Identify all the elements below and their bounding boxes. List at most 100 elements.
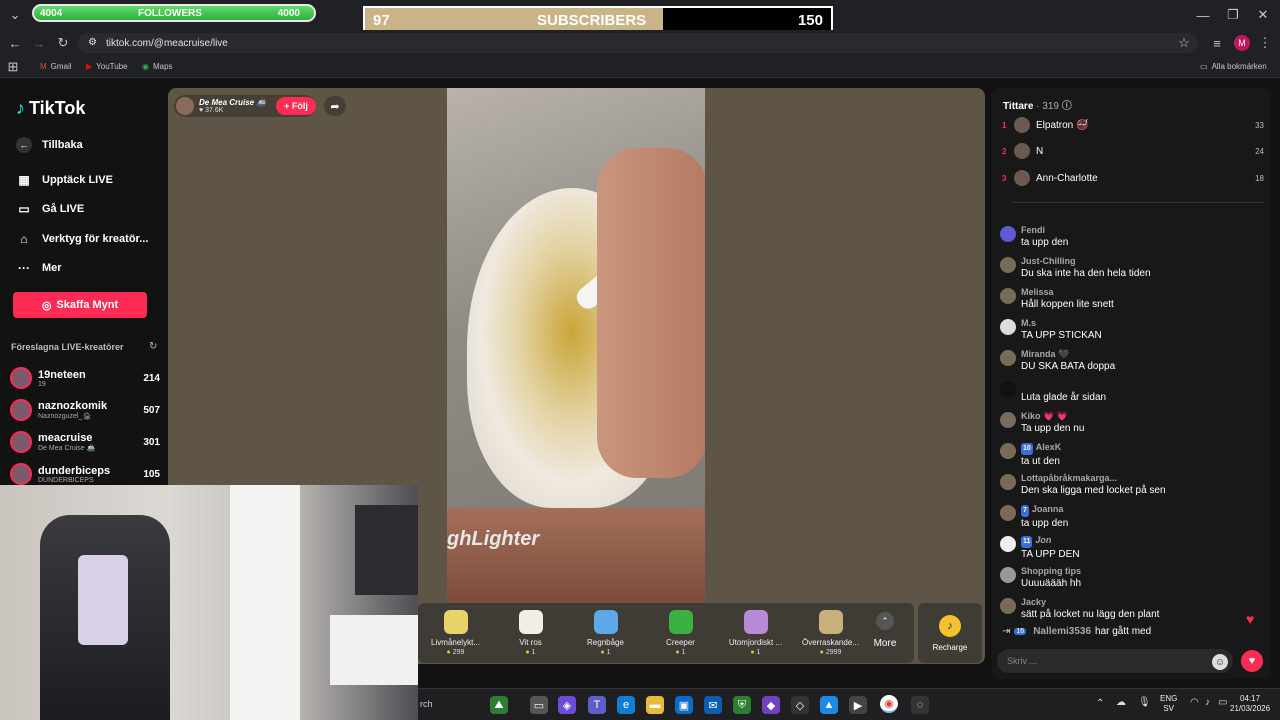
gift-rose-icon bbox=[518, 610, 543, 634]
close-icon[interactable]: ✕ bbox=[1252, 4, 1274, 26]
media-app-icon[interactable]: ▶ bbox=[849, 696, 867, 714]
cloud-icon[interactable]: ☁ bbox=[1116, 697, 1126, 708]
chat-input[interactable]: Skriv ... bbox=[997, 649, 1233, 673]
mail-icon[interactable]: ✉ bbox=[704, 696, 722, 714]
join-username[interactable]: Nallemi3536 bbox=[1033, 626, 1091, 637]
bookmark-maps[interactable]: ◉ Maps bbox=[142, 62, 173, 71]
chat-username[interactable]: Jacky bbox=[1021, 596, 1159, 608]
restore-icon[interactable]: ❐ bbox=[1222, 4, 1244, 26]
photos-icon[interactable]: ▲ bbox=[820, 696, 838, 714]
chat-username[interactable]: Shopping tips bbox=[1021, 565, 1081, 577]
site-info-icon[interactable]: ⚙ bbox=[88, 37, 97, 48]
chat-username[interactable]: Melissa bbox=[1021, 286, 1114, 298]
volume-icon[interactable]: ♪ bbox=[1205, 697, 1210, 708]
chat-username[interactable]: Lottapåbråkmakarga... bbox=[1021, 472, 1166, 484]
language-indicator[interactable]: ENG SV bbox=[1160, 694, 1177, 714]
copilot-icon[interactable]: ◈ bbox=[558, 696, 576, 714]
top-viewer-row[interactable]: 3 Ann-Charlotte 18 bbox=[1002, 169, 1264, 187]
emoji-icon[interactable]: ☺ bbox=[1212, 654, 1228, 670]
chat-username[interactable]: Jon bbox=[1035, 535, 1051, 545]
url-input[interactable]: ⚙ tiktok.com/@meacruise/live bbox=[78, 33, 1198, 53]
all-bookmarks[interactable]: ▭ Alla bokmärken bbox=[1200, 62, 1267, 71]
edge-icon[interactable]: e bbox=[617, 696, 635, 714]
gift-item[interactable]: Vit ros 1 bbox=[493, 610, 568, 656]
taskbar-search-text[interactable]: rch bbox=[420, 699, 433, 709]
battery-icon[interactable]: ▭ bbox=[1218, 697, 1227, 708]
creator-item[interactable]: meacruise De Mea Cruise 🚢 301 bbox=[10, 428, 160, 456]
obs-icon[interactable]: ◌ bbox=[911, 696, 929, 714]
game-icon[interactable]: ◆ bbox=[762, 696, 780, 714]
tray-overflow-icon[interactable]: ⌃ bbox=[1096, 698, 1104, 709]
teams-icon[interactable]: T bbox=[588, 696, 606, 714]
chat-username[interactable]: M.s bbox=[1021, 317, 1102, 329]
microphone-icon[interactable]: 🎙 bbox=[1138, 697, 1151, 708]
viewer-score: 24 bbox=[1255, 146, 1264, 156]
heart-icon: ♥ bbox=[199, 107, 204, 114]
info-icon[interactable]: ⓘ bbox=[1062, 101, 1072, 112]
chat-username[interactable]: Just-Chilling bbox=[1021, 255, 1151, 267]
reload-icon[interactable]: ↻ bbox=[52, 32, 74, 54]
creator-viewer-count: 507 bbox=[143, 404, 160, 416]
nav-go-live[interactable]: ▭ Gå LIVE bbox=[16, 202, 84, 216]
minimize-icon[interactable]: — bbox=[1192, 4, 1214, 26]
recharge-button[interactable]: ♪ Recharge bbox=[918, 603, 982, 663]
bookmark-gmail[interactable]: M Gmail bbox=[40, 62, 72, 71]
nav-more[interactable]: ··· Mer bbox=[16, 261, 62, 275]
chat-username[interactable]: Fendi bbox=[1021, 224, 1068, 236]
wifi-icon[interactable]: ◠ bbox=[1190, 697, 1199, 708]
gift-item[interactable]: Överraskande... 2999 bbox=[793, 610, 868, 656]
share-icon[interactable]: ➦ bbox=[324, 96, 346, 116]
store-icon[interactable]: ▣ bbox=[675, 696, 693, 714]
gift-name: Utomjordiskt ... bbox=[728, 638, 783, 647]
chrome-icon[interactable]: ◉ bbox=[880, 695, 898, 713]
creator-avatar bbox=[10, 431, 32, 453]
widgets-icon[interactable]: ⛰ bbox=[490, 696, 508, 714]
top-viewer-row[interactable]: 2 N 24 bbox=[1002, 142, 1264, 160]
all-bookmarks-label: Alla bokmärken bbox=[1211, 62, 1267, 71]
task-view-icon[interactable]: ▭ bbox=[530, 696, 548, 714]
more-icon: ··· bbox=[18, 261, 30, 275]
gift-item[interactable]: Utomjordiskt ... 1 bbox=[718, 610, 793, 656]
chat-username[interactable]: Joanna bbox=[1032, 504, 1064, 514]
host-likes: 37.6K bbox=[205, 107, 224, 114]
like-heart-button[interactable]: ♥ bbox=[1241, 650, 1263, 672]
profile-avatar[interactable]: M bbox=[1234, 35, 1250, 51]
tiktok-logo[interactable]: ♪ TikTok bbox=[16, 98, 85, 119]
back-link[interactable]: ← Tillbaka bbox=[16, 137, 83, 153]
chat-username[interactable]: Miranda 🖤 bbox=[1021, 348, 1115, 360]
file-explorer-icon[interactable]: ▬ bbox=[646, 696, 664, 714]
chat-username[interactable] bbox=[1021, 379, 1106, 391]
gift-cost: 1 bbox=[750, 649, 761, 656]
menu-dots-icon[interactable]: ⋮ bbox=[1254, 32, 1276, 54]
subscribers-left-value: 97 bbox=[373, 12, 390, 29]
nav-discover-live[interactable]: ▦ Upptäck LIVE bbox=[16, 173, 113, 187]
refresh-icon[interactable]: ↻ bbox=[149, 341, 157, 352]
follow-button[interactable]: + Följ bbox=[276, 97, 316, 115]
apps-grid-icon[interactable]: ⊞ bbox=[2, 56, 24, 78]
gift-item[interactable]: Regnbåge 1 bbox=[568, 610, 643, 656]
bookmark-star-icon[interactable]: ☆ bbox=[1173, 32, 1195, 54]
nav-creator-tools[interactable]: ⌂ Verktyg för kreatör... bbox=[16, 232, 148, 246]
app-icon[interactable]: ◇ bbox=[791, 696, 809, 714]
viewer-avatar bbox=[1014, 117, 1030, 133]
clock[interactable]: 04:17 21/03/2026 bbox=[1230, 694, 1270, 714]
back-arrow-icon[interactable]: ← bbox=[4, 32, 26, 54]
creator-item[interactable]: naznozkomik Naznozguzel_🏚 507 bbox=[10, 396, 160, 424]
gift-item[interactable]: Livmånelykt... 299 bbox=[418, 610, 493, 656]
get-coins-button[interactable]: ◎ Skaffa Mynt bbox=[13, 292, 147, 318]
chat-username[interactable]: Kiko 💗 💗 bbox=[1021, 410, 1084, 422]
chat-username[interactable]: AlexK bbox=[1036, 442, 1062, 452]
live-video[interactable]: ghLighter bbox=[447, 88, 705, 603]
creator-item[interactable]: 19neteen 19 214 bbox=[10, 364, 160, 392]
security-icon[interactable]: ⛨ bbox=[733, 696, 751, 714]
media-icon[interactable]: ≡ bbox=[1206, 32, 1228, 54]
gift-creeper-icon bbox=[668, 610, 693, 634]
more-gifts-button[interactable]: ⌃ More bbox=[870, 612, 900, 649]
forward-arrow-icon[interactable]: → bbox=[28, 32, 50, 54]
gift-item[interactable]: Creeper 1 bbox=[643, 610, 718, 656]
subscribers-label: SUBSCRIBERS bbox=[537, 12, 647, 29]
creator-item[interactable]: dunderbiceps DUNDERBICEPS 105 bbox=[10, 460, 160, 488]
tab-search-icon[interactable]: ⌄ bbox=[4, 4, 26, 26]
bookmark-youtube[interactable]: ▶ YouTube bbox=[86, 62, 128, 71]
top-viewer-row[interactable]: 1 Elpatron 🚭 33 bbox=[1002, 116, 1264, 134]
